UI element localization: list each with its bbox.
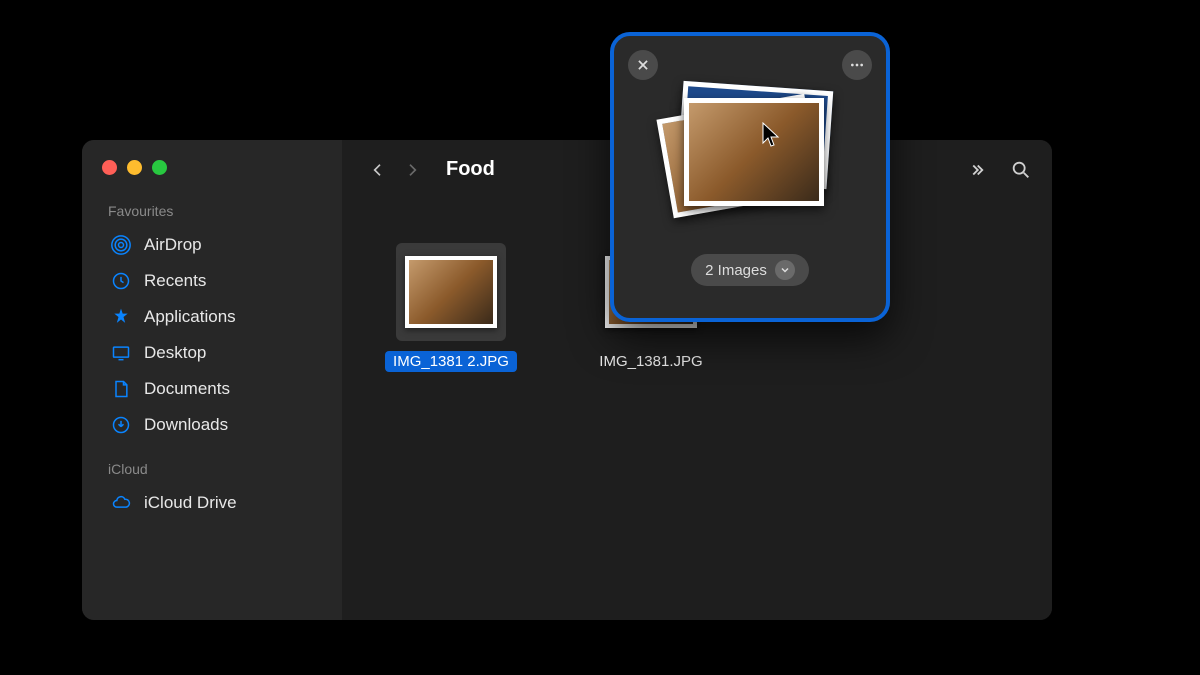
sidebar-item-recents[interactable]: Recents bbox=[104, 263, 328, 299]
file-thumbnail bbox=[396, 243, 506, 341]
more-button[interactable] bbox=[842, 50, 872, 80]
sidebar-section-icloud: iCloud bbox=[108, 461, 328, 477]
cursor-icon bbox=[762, 122, 780, 148]
back-button[interactable] bbox=[370, 160, 386, 180]
folder-title: Food bbox=[446, 158, 495, 181]
document-icon bbox=[110, 378, 132, 400]
sidebar-item-icloud-drive[interactable]: iCloud Drive bbox=[104, 485, 328, 521]
sidebar-item-airdrop[interactable]: AirDrop bbox=[104, 227, 328, 263]
overflow-button[interactable] bbox=[966, 161, 988, 179]
file-item[interactable]: IMG_1381 2.JPG bbox=[376, 243, 526, 372]
image-count-label: 2 Images bbox=[705, 262, 767, 279]
sidebar-item-documents[interactable]: Documents bbox=[104, 371, 328, 407]
forward-button[interactable] bbox=[404, 160, 420, 180]
download-icon bbox=[110, 414, 132, 436]
close-button[interactable] bbox=[628, 50, 658, 80]
sidebar-item-label: Documents bbox=[144, 379, 230, 399]
sidebar-item-downloads[interactable]: Downloads bbox=[104, 407, 328, 443]
sidebar-item-label: Desktop bbox=[144, 343, 206, 363]
desktop-icon bbox=[110, 342, 132, 364]
sidebar-item-label: Recents bbox=[144, 271, 206, 291]
apps-icon bbox=[110, 306, 132, 328]
sidebar-item-label: iCloud Drive bbox=[144, 493, 237, 513]
file-name: IMG_1381 2.JPG bbox=[385, 351, 517, 372]
more-icon bbox=[849, 57, 865, 73]
close-icon bbox=[636, 58, 650, 72]
image-stack[interactable] bbox=[666, 86, 834, 236]
window-controls bbox=[102, 160, 328, 175]
sidebar-item-label: AirDrop bbox=[144, 235, 202, 255]
sidebar-item-applications[interactable]: Applications bbox=[104, 299, 328, 335]
chevron-down-icon bbox=[775, 260, 795, 280]
zoom-window-button[interactable] bbox=[152, 160, 167, 175]
sidebar-section-favourites: Favourites bbox=[108, 203, 328, 219]
finder-window: Favourites AirDrop Recents Applications … bbox=[82, 140, 1052, 620]
image-count-pill[interactable]: 2 Images bbox=[691, 254, 809, 286]
sidebar-item-label: Applications bbox=[144, 307, 236, 327]
drag-preview-popover: 2 Images bbox=[610, 32, 890, 322]
sidebar-item-desktop[interactable]: Desktop bbox=[104, 335, 328, 371]
airdrop-icon bbox=[110, 234, 132, 256]
clock-icon bbox=[110, 270, 132, 292]
close-window-button[interactable] bbox=[102, 160, 117, 175]
file-name: IMG_1381.JPG bbox=[591, 351, 710, 372]
sidebar: Favourites AirDrop Recents Applications … bbox=[82, 140, 342, 620]
search-button[interactable] bbox=[1010, 159, 1032, 181]
sidebar-item-label: Downloads bbox=[144, 415, 228, 435]
minimize-window-button[interactable] bbox=[127, 160, 142, 175]
cloud-icon bbox=[110, 492, 132, 514]
